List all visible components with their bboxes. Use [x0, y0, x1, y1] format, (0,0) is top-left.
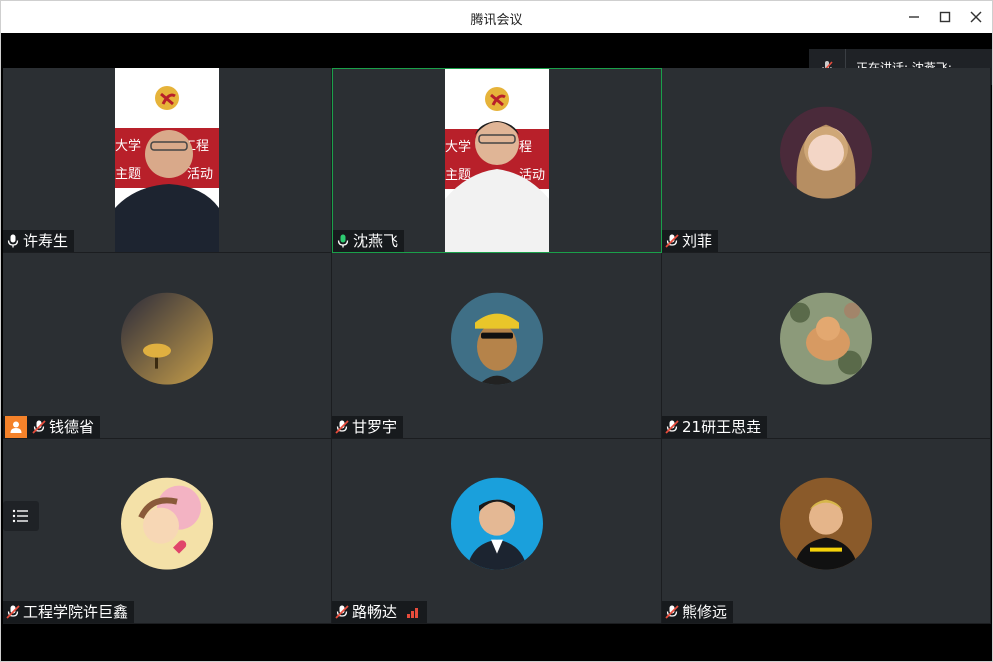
participant-tile-3[interactable]: 刘菲 — [662, 68, 991, 253]
mic-muted-icon — [335, 605, 349, 619]
participant-tile-9[interactable]: 熊修远 — [662, 439, 991, 624]
window-title: 腾讯会议 — [470, 13, 523, 28]
mic-muted-icon — [32, 420, 46, 434]
avatar — [780, 292, 872, 385]
avatar — [780, 106, 872, 199]
participant-label: 钱德省 — [3, 416, 101, 438]
svg-text:程: 程 — [519, 140, 532, 155]
participant-tile-5[interactable]: 甘罗宇 — [332, 253, 662, 439]
avatar — [121, 477, 213, 570]
participant-label: 21研王思垚 — [662, 416, 768, 438]
participant-tile-1[interactable]: 大学 工程 主题 活动 许寿生 — [3, 68, 332, 253]
mic-muted-icon — [335, 420, 349, 434]
close-button[interactable] — [967, 8, 985, 26]
list-icon — [12, 509, 28, 523]
meeting-window: 腾讯会议 正在讲话: 沈燕飞; 大学 工程 主题 — [0, 0, 993, 662]
participant-name: 工程学院许巨鑫 — [23, 603, 129, 621]
participant-label: 刘菲 — [662, 230, 719, 252]
title-bar: 腾讯会议 — [1, 1, 992, 33]
mic-speaking-icon — [337, 234, 349, 248]
mic-on-icon — [7, 234, 19, 248]
participant-name: 21研王思垚 — [682, 418, 762, 436]
participant-label: 工程学院许巨鑫 — [3, 601, 135, 623]
participant-name: 钱德省 — [49, 418, 95, 436]
svg-text:大学: 大学 — [115, 138, 141, 154]
mic-muted-icon — [665, 234, 679, 248]
host-badge-icon — [5, 416, 27, 438]
participant-tile-6[interactable]: 21研王思垚 — [662, 253, 991, 439]
participant-name: 路畅达 — [352, 603, 398, 621]
svg-text:活动: 活动 — [187, 167, 213, 182]
video-feed: 大学 程 主题 活动 — [445, 69, 549, 252]
avatar — [450, 292, 543, 385]
mic-muted-icon — [6, 605, 20, 619]
svg-text:大学: 大学 — [445, 139, 471, 155]
participant-label: 甘罗宇 — [332, 416, 404, 438]
participant-list-button[interactable] — [3, 501, 39, 531]
mic-muted-icon — [665, 605, 679, 619]
participant-tile-7[interactable]: 工程学院许巨鑫 — [3, 439, 332, 624]
svg-text:主题: 主题 — [115, 167, 141, 182]
participant-tile-4[interactable]: 钱德省 — [3, 253, 332, 439]
avatar — [780, 477, 872, 570]
participant-label: 沈燕飞 — [333, 230, 405, 252]
avatar — [121, 292, 213, 385]
minimize-button[interactable] — [905, 8, 923, 26]
signal-bars-icon — [407, 608, 419, 618]
video-feed: 大学 工程 主题 活动 — [115, 68, 219, 252]
participant-grid: 大学 工程 主题 活动 许寿生 大学 程 主题 活动 沈燕飞 刘菲 钱德省 甘罗… — [3, 68, 991, 624]
participant-label: 熊修远 — [662, 601, 734, 623]
participant-name: 甘罗宇 — [352, 418, 398, 436]
mic-muted-icon — [665, 420, 679, 434]
participant-name: 许寿生 — [23, 232, 69, 250]
participant-tile-2[interactable]: 大学 程 主题 活动 沈燕飞 — [332, 68, 662, 253]
avatar — [450, 477, 543, 570]
participant-tile-8[interactable]: 路畅达 — [332, 439, 662, 624]
maximize-button[interactable] — [936, 8, 954, 26]
participant-name: 熊修远 — [682, 603, 728, 621]
participant-label: 路畅达 — [332, 601, 428, 623]
participant-name: 刘菲 — [682, 232, 713, 250]
participant-label: 许寿生 — [3, 230, 75, 252]
participant-name: 沈燕飞 — [353, 232, 399, 250]
